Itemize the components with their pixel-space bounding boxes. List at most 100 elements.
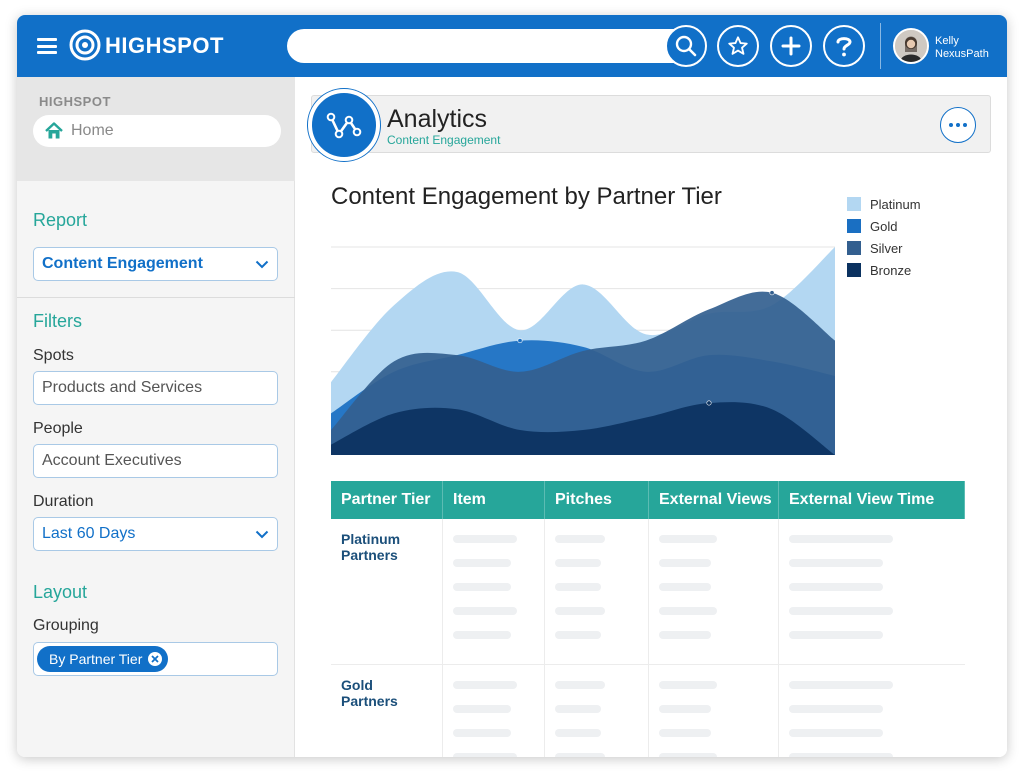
- legend-swatch: [847, 241, 861, 255]
- remove-chip-button[interactable]: [148, 652, 163, 666]
- legend-label: Platinum: [870, 196, 921, 212]
- column-header[interactable]: Partner Tier: [331, 481, 443, 519]
- spots-field[interactable]: [33, 371, 278, 405]
- grouping-field[interactable]: By Partner Tier: [33, 642, 278, 676]
- search-input[interactable]: [287, 29, 705, 63]
- loading-placeholder: [555, 729, 601, 737]
- loading-placeholder: [659, 681, 717, 689]
- loading-placeholder: [555, 753, 605, 757]
- data-point-bronze[interactable]: [706, 400, 712, 406]
- help-button[interactable]: [823, 25, 865, 67]
- loading-placeholder: [555, 705, 601, 713]
- avatar[interactable]: [893, 28, 929, 64]
- page-title: Analytics: [387, 105, 488, 133]
- chart-legend: Platinum Gold Silver Bronze: [847, 193, 921, 281]
- loading-placeholder: [453, 681, 517, 689]
- column-header[interactable]: Pitches: [545, 481, 649, 519]
- loading-placeholder: [789, 607, 893, 615]
- chevron-down-icon: [255, 260, 269, 268]
- table-cell: [649, 665, 779, 757]
- grouping-chip[interactable]: By Partner Tier: [37, 646, 169, 672]
- legend-item-gold[interactable]: Gold: [847, 215, 921, 237]
- loading-placeholder: [555, 607, 605, 615]
- table-cell: [779, 665, 965, 757]
- engagement-area-chart: [331, 246, 835, 455]
- duration-select[interactable]: Last 60 Days: [33, 517, 278, 551]
- loading-placeholder: [789, 535, 893, 543]
- loading-placeholder: [453, 729, 511, 737]
- user-photo-icon: [895, 30, 927, 62]
- legend-item-platinum[interactable]: Platinum: [847, 193, 921, 215]
- menu-icon[interactable]: [37, 38, 57, 54]
- engagement-table: Partner Tier Item Pitches External Views Ext…: [331, 481, 965, 757]
- loading-placeholder: [555, 559, 601, 567]
- data-point-gold[interactable]: [517, 338, 523, 344]
- topbar-divider: [880, 23, 881, 69]
- column-header[interactable]: Item: [443, 481, 545, 519]
- loading-placeholder: [789, 753, 893, 757]
- grouping-chip-label: By Partner Tier: [49, 651, 143, 667]
- analytics-icon: [308, 89, 380, 161]
- sidebar: HIGHSPOT Home Report Content Engagement …: [17, 77, 295, 757]
- legend-swatch: [847, 263, 861, 277]
- star-icon: [728, 36, 748, 55]
- filters-section-title: Filters: [33, 311, 82, 331]
- more-options-button[interactable]: [940, 107, 976, 143]
- page-subtitle: Content Engagement: [387, 133, 501, 147]
- loading-placeholder: [789, 631, 883, 639]
- report-select[interactable]: Content Engagement: [33, 247, 278, 281]
- loading-placeholder: [789, 559, 883, 567]
- loading-placeholder: [453, 753, 517, 757]
- loading-placeholder: [789, 729, 883, 737]
- column-header[interactable]: External Views: [649, 481, 779, 519]
- chevron-down-icon: [255, 530, 269, 538]
- legend-item-bronze[interactable]: Bronze: [847, 259, 921, 281]
- grouping-label: Grouping: [33, 617, 99, 634]
- legend-swatch: [847, 219, 861, 233]
- loading-placeholder: [659, 753, 717, 757]
- partner-tier-cell: Gold Partners: [331, 665, 443, 757]
- analytics-graph-icon: [326, 112, 362, 139]
- loading-placeholder: [555, 631, 601, 639]
- spots-label: Spots: [33, 347, 74, 364]
- legend-item-silver[interactable]: Silver: [847, 237, 921, 259]
- more-icon: [949, 123, 953, 127]
- app-window: HIGHSPOT Kelly NexusPath HIGHSPOT Home R…: [17, 15, 1007, 757]
- layout-section-title: Layout: [33, 582, 88, 602]
- home-link[interactable]: Home: [33, 115, 281, 147]
- table-cell: [443, 519, 545, 664]
- loading-placeholder: [453, 559, 511, 567]
- table-cell: [545, 665, 649, 757]
- add-button[interactable]: [770, 25, 812, 67]
- loading-placeholder: [453, 631, 511, 639]
- partner-tier-name: Gold Partners: [341, 677, 398, 709]
- duration-select-value: Last 60 Days: [42, 525, 136, 542]
- table-row[interactable]: Gold Partners: [331, 665, 965, 757]
- duration-label: Duration: [33, 493, 94, 510]
- loading-placeholder: [555, 583, 601, 591]
- sidebar-divider: [17, 297, 295, 298]
- loading-placeholder: [453, 535, 517, 543]
- loading-placeholder: [659, 705, 711, 713]
- loading-placeholder: [659, 535, 717, 543]
- partner-tier-name: Platinum Partners: [341, 531, 401, 563]
- table-header: Partner Tier Item Pitches External Views Ext…: [331, 481, 965, 519]
- loading-placeholder: [453, 705, 511, 713]
- home-icon: [45, 122, 63, 139]
- loading-placeholder: [789, 705, 883, 713]
- people-label: People: [33, 420, 83, 437]
- search-button[interactable]: [665, 25, 707, 67]
- table-row[interactable]: Platinum Partners: [331, 519, 965, 665]
- chart-title: Content Engagement by Partner Tier: [331, 183, 722, 210]
- loading-placeholder: [555, 535, 605, 543]
- table-body: Platinum Partners Gold Partners: [331, 519, 965, 757]
- data-point-silver[interactable]: [769, 290, 775, 296]
- sidebar-header: HIGHSPOT Home: [17, 77, 295, 181]
- people-field[interactable]: [33, 444, 278, 478]
- loading-placeholder: [789, 681, 893, 689]
- loading-placeholder: [659, 583, 711, 591]
- favorites-button[interactable]: [717, 25, 759, 67]
- column-header[interactable]: External View Time: [779, 481, 965, 519]
- user-name[interactable]: Kelly NexusPath: [935, 35, 989, 61]
- legend-label: Silver: [870, 240, 903, 256]
